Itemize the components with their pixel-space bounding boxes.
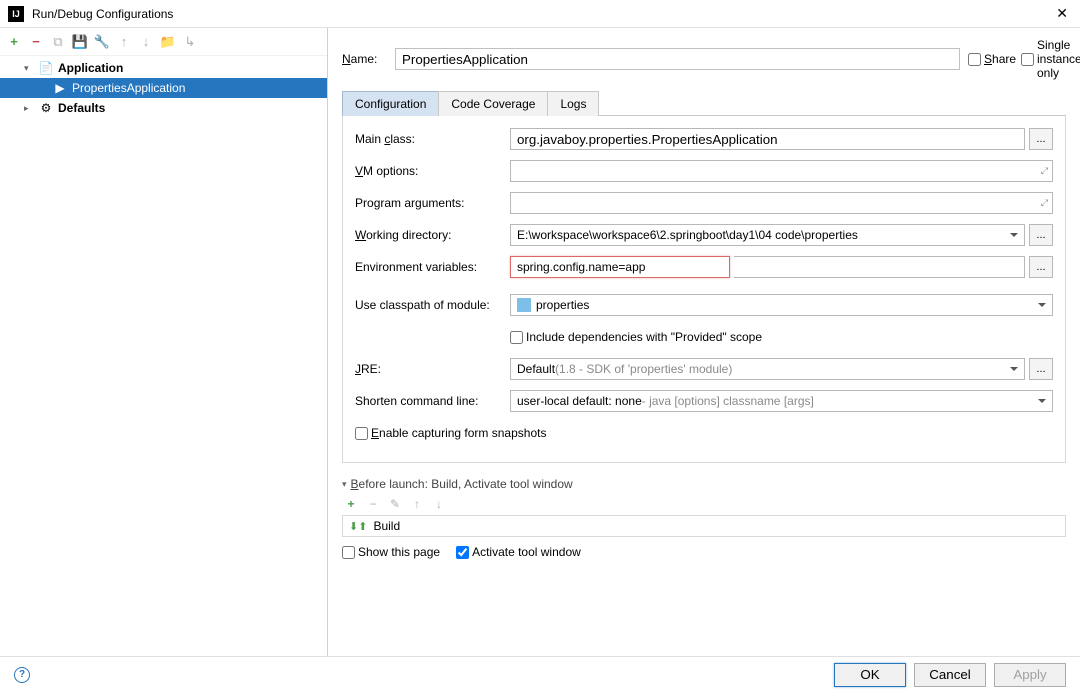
copy-config-icon[interactable]: ⧉ — [50, 34, 66, 50]
expand-arrows-icon[interactable]: ⤢ — [1041, 166, 1048, 177]
intellij-icon: IJ — [8, 6, 24, 22]
config-tree: ▾ 📄 Application ▶ PropertiesApplication … — [0, 56, 327, 656]
include-deps-checkbox[interactable]: Include dependencies with "Provided" sco… — [510, 330, 762, 344]
run-config-icon: ▶ — [52, 80, 68, 96]
chevron-down-icon: ▾ — [342, 479, 347, 490]
working-dir-browse-button[interactable]: ... — [1029, 224, 1053, 246]
shorten-label: Shorten command line: — [355, 394, 510, 408]
program-args-input[interactable] — [517, 193, 1046, 213]
folder-icon[interactable]: 📁 — [160, 34, 176, 50]
expand-icon[interactable]: ↳ — [182, 34, 198, 50]
name-label: Name: — [342, 52, 387, 66]
working-dir-input[interactable]: E:\workspace\workspace6\2.springboot\day… — [510, 224, 1025, 246]
apply-button[interactable]: Apply — [994, 663, 1066, 687]
snapshots-checkbox[interactable]: Enable capturing form snapshots — [355, 426, 546, 440]
program-args-label: Program arguments: — [355, 196, 510, 210]
move-up-icon[interactable]: ↑ — [116, 34, 132, 50]
main-area: + − ⧉ 💾 🔧 ↑ ↓ 📁 ↳ ▾ 📄 Application ▶ Prop… — [0, 28, 1080, 656]
tab-code-coverage[interactable]: Code Coverage — [438, 91, 548, 116]
main-class-label: Main class: — [355, 132, 510, 146]
footer: ? OK Cancel Apply — [0, 656, 1080, 692]
expand-arrows-icon[interactable]: ⤢ — [1041, 198, 1048, 209]
name-input[interactable] — [395, 48, 960, 70]
build-icon: ⬇⬆ — [349, 520, 367, 533]
jre-dropdown[interactable]: Default (1.8 - SDK of 'properties' modul… — [510, 358, 1025, 380]
classpath-label: Use classpath of module: — [355, 298, 510, 312]
chevron-right-icon: ▸ — [24, 103, 34, 114]
tabs: Configuration Code Coverage Logs — [342, 90, 1066, 116]
application-icon: 📄 — [38, 60, 54, 76]
tab-logs[interactable]: Logs — [547, 91, 599, 116]
tree-node-defaults[interactable]: ▸ ⚙ Defaults — [0, 98, 327, 118]
edit-task-icon[interactable]: ✎ — [388, 497, 402, 511]
sidebar-toolbar: + − ⧉ 💾 🔧 ↑ ↓ 📁 ↳ — [0, 28, 327, 56]
save-config-icon[interactable]: 💾 — [72, 34, 88, 50]
ok-button[interactable]: OK — [834, 663, 906, 687]
env-vars-input-highlight[interactable]: spring.config.name=app — [510, 256, 730, 278]
add-config-icon[interactable]: + — [6, 34, 22, 50]
jre-label: JRE: — [355, 362, 510, 376]
help-icon[interactable]: ? — [14, 667, 30, 683]
cancel-button[interactable]: Cancel — [914, 663, 986, 687]
vm-options-label: VM options: — [355, 164, 510, 178]
env-vars-input-rest[interactable] — [734, 256, 1025, 278]
vm-options-input[interactable] — [517, 161, 1046, 181]
window-title: Run/Debug Configurations — [32, 7, 1052, 21]
main-class-browse-button[interactable]: ... — [1029, 128, 1053, 150]
build-task-row[interactable]: ⬇⬆ Build — [342, 515, 1066, 537]
content-panel: Name: Share Single instance only Configu… — [328, 28, 1080, 656]
working-dir-label: Working directory: — [355, 228, 510, 242]
task-up-icon[interactable]: ↑ — [410, 497, 424, 511]
module-icon — [517, 298, 531, 312]
shorten-dropdown[interactable]: user-local default: none - java [options… — [510, 390, 1053, 412]
tree-node-properties-application[interactable]: ▶ PropertiesApplication — [0, 78, 327, 98]
move-down-icon[interactable]: ↓ — [138, 34, 154, 50]
classpath-dropdown[interactable]: properties — [510, 294, 1053, 316]
env-vars-label: Environment variables: — [355, 260, 510, 274]
before-launch-header[interactable]: ▾ Before launch: Build, Activate tool wi… — [342, 477, 1066, 491]
task-down-icon[interactable]: ↓ — [432, 497, 446, 511]
jre-browse-button[interactable]: ... — [1029, 358, 1053, 380]
add-task-icon[interactable]: + — [344, 497, 358, 511]
remove-config-icon[interactable]: − — [28, 34, 44, 50]
main-class-input[interactable] — [510, 128, 1025, 150]
name-row: Name: Share Single instance only — [342, 38, 1066, 80]
settings-icon: ⚙ — [38, 100, 54, 116]
configuration-panel: Main class: ... VM options: ⤢ Program ar… — [342, 116, 1066, 463]
activate-tool-window-checkbox[interactable]: Activate tool window — [456, 545, 581, 559]
remove-task-icon[interactable]: − — [366, 497, 380, 511]
close-icon[interactable]: ✕ — [1052, 5, 1072, 22]
tree-node-application[interactable]: ▾ 📄 Application — [0, 58, 327, 78]
before-launch-toolbar: + − ✎ ↑ ↓ — [342, 497, 1066, 511]
sidebar: + − ⧉ 💾 🔧 ↑ ↓ 📁 ↳ ▾ 📄 Application ▶ Prop… — [0, 28, 328, 656]
chevron-down-icon: ▾ — [24, 63, 34, 74]
titlebar: IJ Run/Debug Configurations ✕ — [0, 0, 1080, 28]
tab-configuration[interactable]: Configuration — [342, 91, 439, 116]
share-checkbox[interactable]: Share — [968, 52, 1013, 66]
wrench-icon[interactable]: 🔧 — [94, 34, 110, 50]
single-instance-checkbox[interactable]: Single instance only — [1021, 38, 1066, 80]
env-vars-browse-button[interactable]: ... — [1029, 256, 1053, 278]
show-this-page-checkbox[interactable]: Show this page — [342, 545, 440, 559]
